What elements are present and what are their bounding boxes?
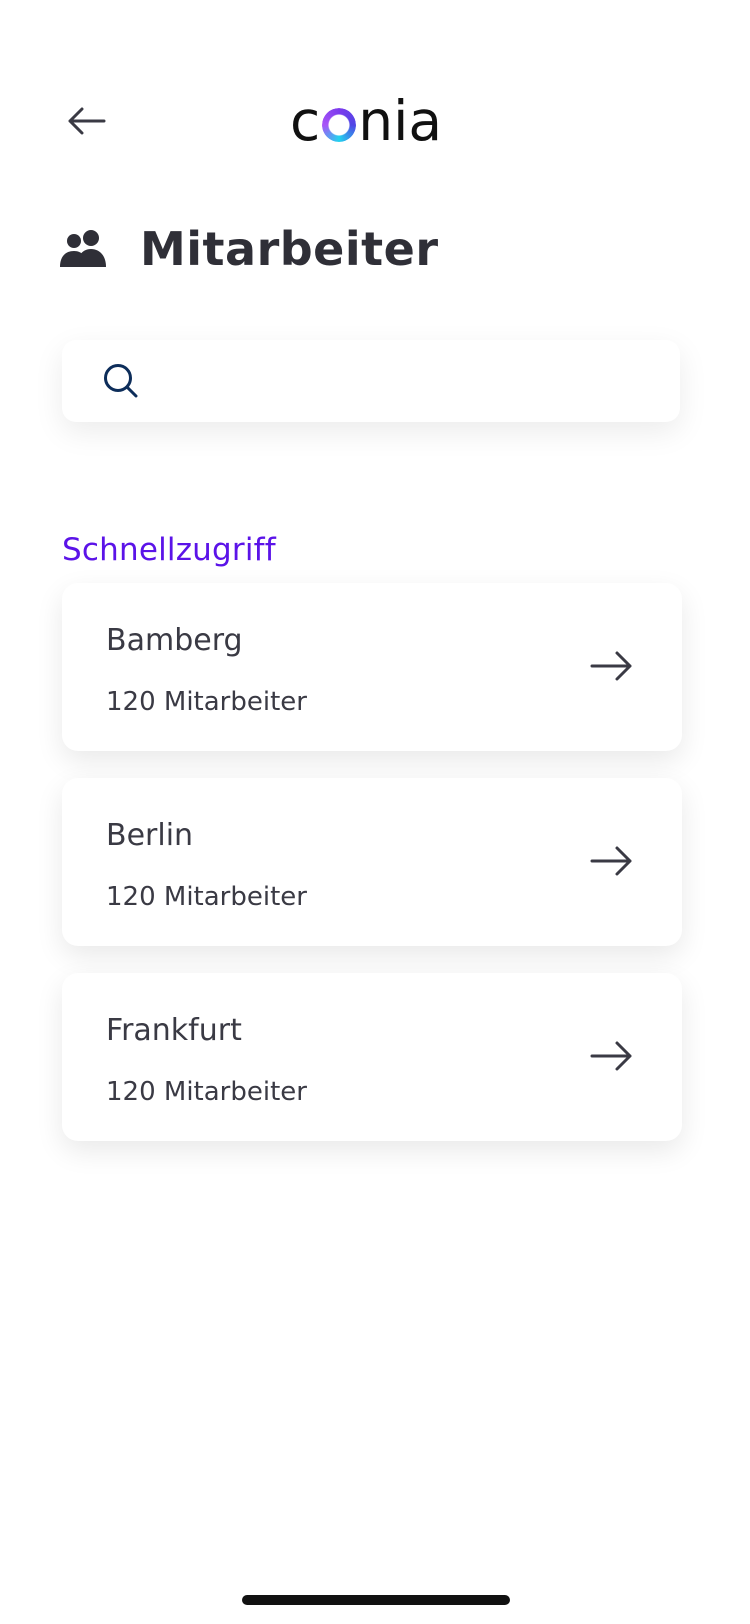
arrow-left-icon [68,107,106,135]
home-indicator[interactable] [242,1595,510,1605]
logo-ring [322,108,357,142]
app-logo: c nia [290,86,460,156]
arrow-right-icon [590,1041,632,1071]
people-icon [60,230,106,267]
location-card-frankfurt[interactable]: Frankfurt 120 Mitarbeiter [62,973,682,1141]
card-title: Bamberg [106,623,243,658]
back-button[interactable] [62,100,110,142]
page-header: Mitarbeiter [60,222,439,276]
card-title: Frankfurt [106,1013,242,1048]
logo-text-end: nia [358,88,443,153]
section-label-quick-access: Schnellzugriff [62,532,276,568]
card-subtitle: 120 Mitarbeiter [106,687,307,717]
page-title: Mitarbeiter [140,222,439,276]
search-input[interactable] [154,363,680,399]
search-icon [104,364,138,398]
card-subtitle: 120 Mitarbeiter [106,1077,307,1107]
location-card-bamberg[interactable]: Bamberg 120 Mitarbeiter [62,583,682,751]
arrow-right-icon [590,846,632,876]
arrow-right-icon [590,651,632,681]
card-title: Berlin [106,818,194,853]
card-subtitle: 120 Mitarbeiter [106,882,307,912]
location-card-berlin[interactable]: Berlin 120 Mitarbeiter [62,778,682,946]
search-bar[interactable] [62,340,680,422]
logo-text-start: c [290,88,321,153]
